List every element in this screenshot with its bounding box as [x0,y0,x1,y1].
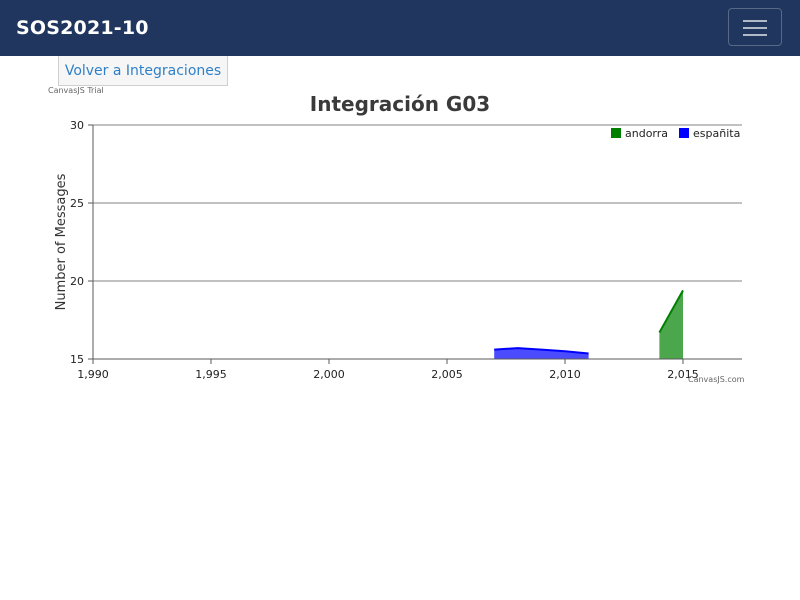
chart-credit: CanvasJS.com [688,375,745,384]
chart-title: Integración G03 [310,92,490,116]
x-tick-label: 1,990 [77,368,109,380]
legend-swatch[interactable] [679,128,689,138]
navbar: SOS2021-10 [0,0,800,56]
y-tick-label: 15 [70,353,84,366]
x-tick-label: 2,005 [431,368,463,380]
navbar-toggler-button[interactable] [728,8,782,46]
y-axis-label: Number of Messages [54,173,69,310]
legend-swatch[interactable] [611,128,621,138]
y-tick-label: 25 [70,197,84,210]
x-tick-label: 2,010 [549,368,581,380]
chart: Integración G03 Number of Messages 15 20 2… [54,92,742,380]
navbar-brand[interactable]: SOS2021-10 [16,16,149,40]
x-tick-label: 1,995 [195,368,227,380]
legend-label[interactable]: españita [693,127,740,140]
x-tick-label: 2,000 [313,368,345,380]
y-tick-label: 30 [70,119,84,132]
legend-label[interactable]: andorra [625,127,668,140]
y-tick-label: 20 [70,275,84,288]
